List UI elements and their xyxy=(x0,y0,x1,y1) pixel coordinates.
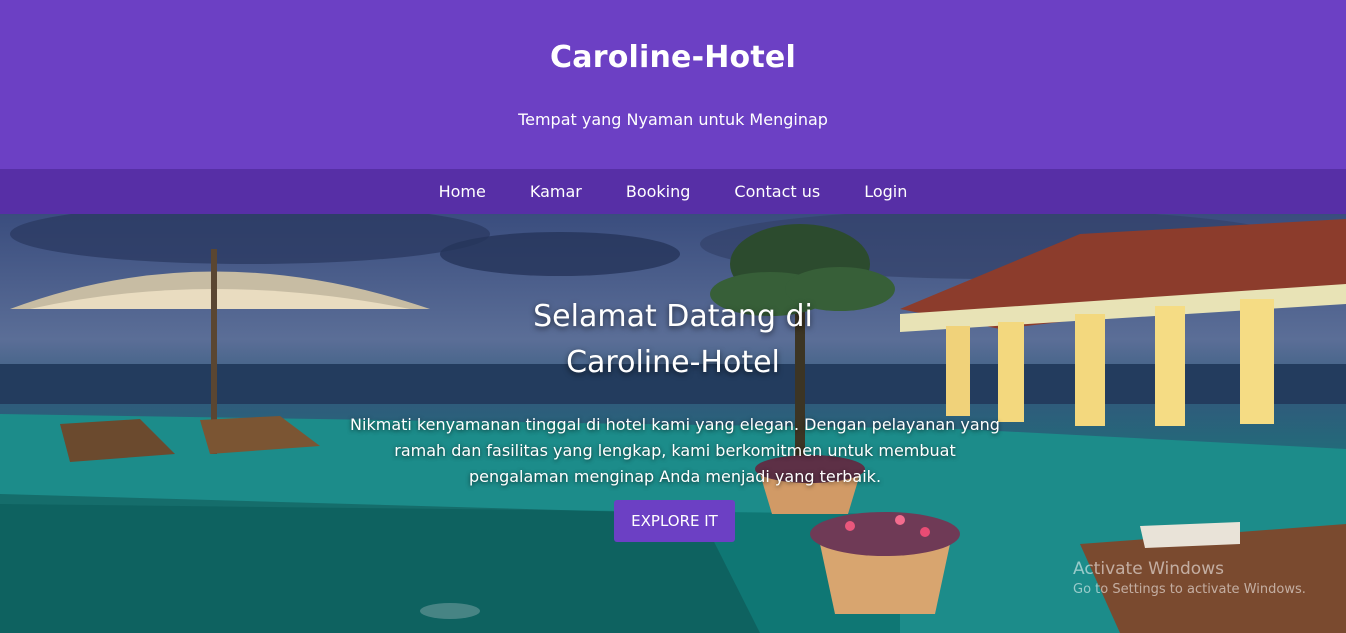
explore-button[interactable]: EXPLORE IT xyxy=(614,500,735,542)
activate-windows-title: Activate Windows xyxy=(1073,559,1224,579)
activate-windows-watermark: Activate Windows Go to Settings to activ… xyxy=(1073,559,1306,597)
nav-item-kamar[interactable]: Kamar xyxy=(530,182,582,201)
site-header: Caroline-Hotel Tempat yang Nyaman untuk … xyxy=(0,0,1346,169)
site-tagline: Tempat yang Nyaman untuk Menginap xyxy=(518,110,828,129)
activate-windows-subtitle: Go to Settings to activate Windows. xyxy=(1073,582,1306,597)
nav-item-login[interactable]: Login xyxy=(864,182,907,201)
site-title: Caroline-Hotel xyxy=(550,40,796,75)
nav-item-contact-us[interactable]: Contact us xyxy=(734,182,820,201)
nav-item-booking[interactable]: Booking xyxy=(626,182,691,201)
nav-item-home[interactable]: Home xyxy=(439,182,486,201)
page: Caroline-Hotel Tempat yang Nyaman untuk … xyxy=(0,0,1346,633)
main-nav: Home Kamar Booking Contact us Login xyxy=(0,169,1346,214)
hero-section: Selamat Datang di Caroline-Hotel Nikmati… xyxy=(0,214,1346,633)
